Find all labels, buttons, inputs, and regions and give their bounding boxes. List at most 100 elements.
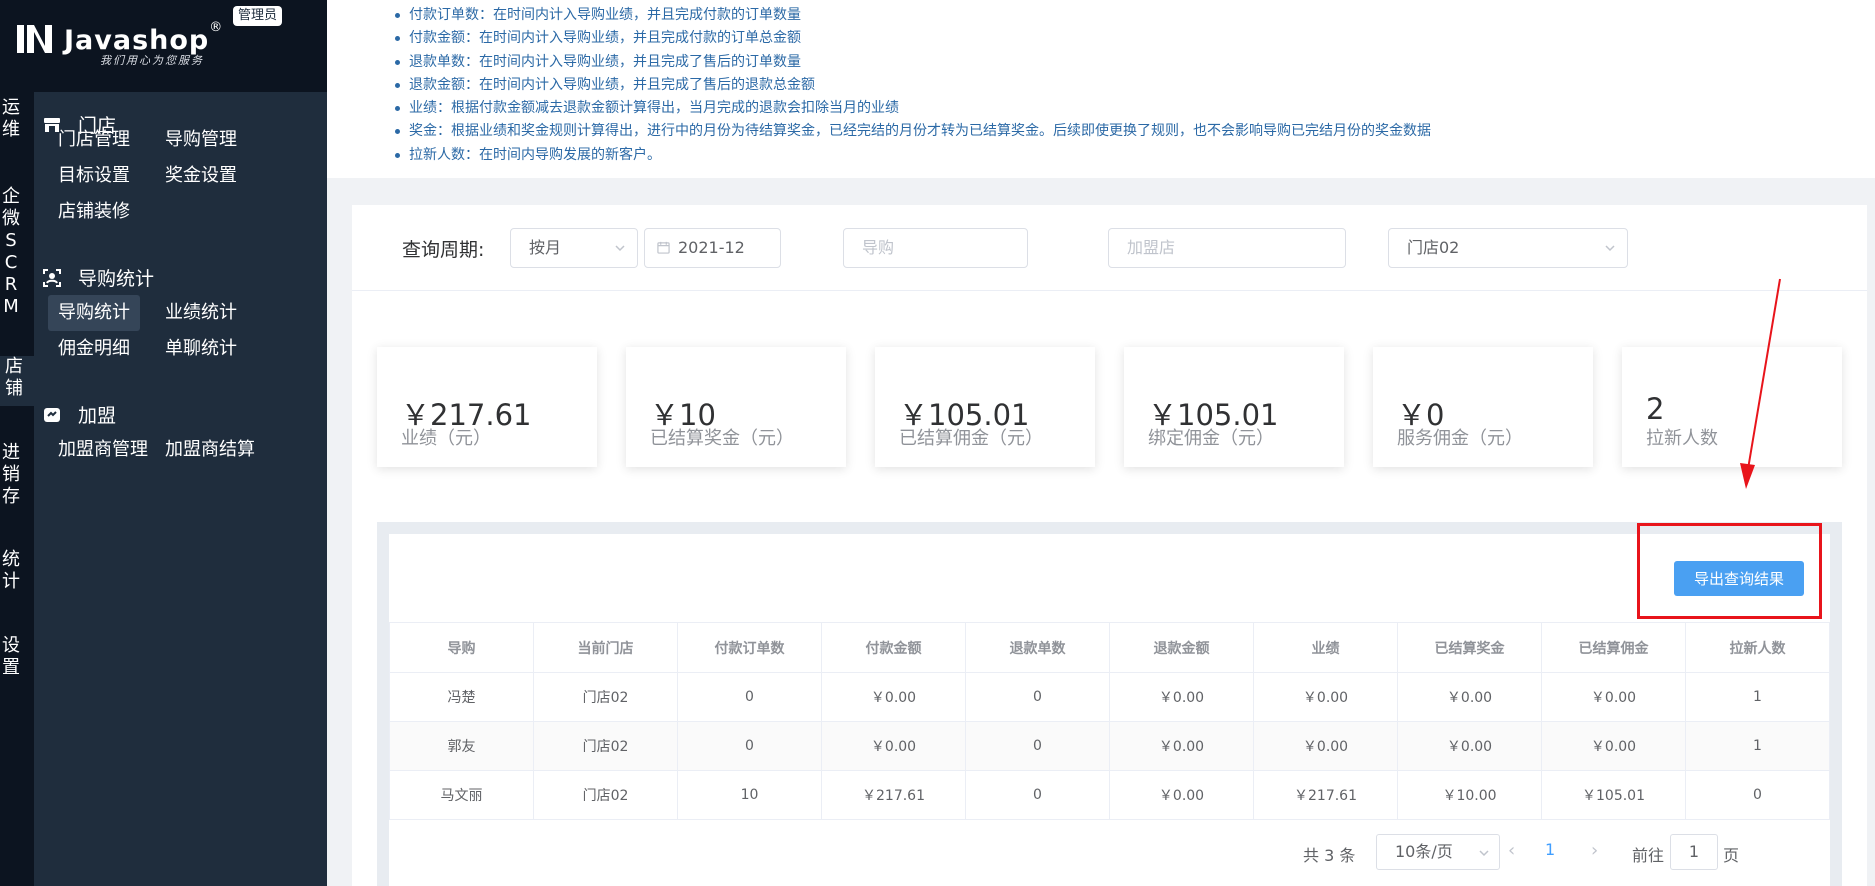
note-item: 退款单数：在时间内计入导购业绩，并且完成了售后的订单数量 [395, 51, 1431, 74]
table-cell: ￥0.00 [1541, 672, 1686, 722]
logo-area: Javashop® 我们用心为您服务 管理员 [0, 0, 327, 92]
column-header[interactable]: 导购 [389, 622, 534, 673]
note-item: 付款订单数：在时间内计入导购业绩，并且完成付款的订单数量 [395, 4, 1431, 27]
column-header[interactable]: 付款订单数 [677, 622, 822, 673]
table-cell: 0 [965, 721, 1110, 771]
stat-card-settled-commission: ￥105.01 已结算佣金（元） [875, 347, 1095, 467]
table-header-row: 导购 当前门店 付款订单数 付款金额 退款单数 退款金额 业绩 已结算奖金 已结… [389, 622, 1830, 673]
guide-stats-icon [42, 268, 62, 288]
stat-label: 绑定佣金（元） [1148, 428, 1274, 449]
column-header[interactable]: 退款单数 [965, 622, 1110, 673]
highlight-box [1637, 523, 1822, 619]
column-header[interactable]: 付款金额 [821, 622, 966, 673]
table-cell: 马文丽 [389, 770, 534, 820]
period-select[interactable]: 按月 [510, 228, 638, 268]
pagination: 共 3 条 10条/页 ‹ 1 › 前往 1 页 [389, 830, 1830, 874]
section-guide-stats: 导购统计 [42, 264, 154, 291]
sidebar: 门店 门店管理 导购管理 目标设置 奖金设置 店铺装修 导购统计 导购统计 业绩… [34, 92, 327, 886]
note-item: 业绩：根据付款金额减去退款金额计算得出，当月完成的退款会扣除当月的业绩 [395, 97, 1431, 120]
table-cell: ￥10.00 [1397, 770, 1542, 820]
calendar-icon [657, 241, 670, 254]
table-cell: 门店02 [533, 672, 678, 722]
stat-card-settled-bonus: ￥10 已结算奖金（元） [626, 347, 846, 467]
table-cell: 0 [965, 672, 1110, 722]
nav-target-settings[interactable]: 目标设置 [48, 158, 140, 194]
category-settings[interactable]: 设置 [0, 635, 22, 679]
nav-store-management[interactable]: 门店管理 [48, 122, 140, 158]
table-cell: ￥0.00 [1397, 672, 1542, 722]
annotation-arrow-icon [1740, 278, 1781, 489]
table-cell: 门店02 [533, 770, 678, 820]
table-container: 导出查询结果 导购 当前门店 付款订单数 付款金额 退款单数 退款金额 业绩 已… [389, 534, 1830, 886]
notes-panel: 付款订单数：在时间内计入导购业绩，并且完成付款的订单数量 付款金额：在时间内计入… [327, 0, 1875, 178]
stat-label: 业绩（元） [401, 428, 491, 449]
category-ops[interactable]: 运维 [0, 97, 22, 141]
store-select[interactable]: 门店02 [1388, 228, 1628, 268]
nav-bonus-settings[interactable]: 奖金设置 [155, 158, 247, 194]
chevron-down-icon [1605, 245, 1615, 252]
column-header[interactable]: 业绩 [1253, 622, 1398, 673]
nav-franchise-management[interactable]: 加盟商管理 [48, 432, 158, 468]
prev-page-icon[interactable]: ‹ [1508, 840, 1515, 861]
goto-page-input[interactable]: 1 [1670, 834, 1718, 870]
stat-card-performance: ￥217.61 业绩（元） [377, 347, 597, 467]
franchise-input[interactable]: 加盟店 [1108, 228, 1346, 268]
nav-performance-stats[interactable]: 业绩统计 [155, 295, 247, 331]
page-number[interactable]: 1 [1545, 840, 1555, 859]
table-row[interactable]: 郭友 门店02 0 ￥0.00 0 ￥0.00 ￥0.00 ￥0.00 ￥0.0… [389, 721, 1830, 771]
stat-card-service-commission: ￥0 服务佣金（元） [1373, 347, 1593, 467]
table-cell: ￥0.00 [1541, 721, 1686, 771]
column-header[interactable]: 拉新人数 [1685, 622, 1830, 673]
table-cell: 1 [1685, 672, 1830, 722]
table-section: 导出查询结果 导购 当前门店 付款订单数 付款金额 退款单数 退款金额 业绩 已… [377, 522, 1842, 886]
table-cell: ￥0.00 [1109, 770, 1254, 820]
table-cell: ￥0.00 [1109, 721, 1254, 771]
category-inventory[interactable]: 进销存 [0, 442, 22, 508]
nav-shop-decoration[interactable]: 店铺装修 [48, 194, 140, 230]
guide-stats-table: 导购 当前门店 付款订单数 付款金额 退款单数 退款金额 业绩 已结算奖金 已结… [389, 622, 1830, 820]
column-header[interactable]: 退款金额 [1109, 622, 1254, 673]
goto-label: 前往 [1632, 846, 1665, 865]
note-item: 奖金：根据业绩和奖金规则计算得出，进行中的月份为待结算奖金，已经完结的月份才转为… [395, 120, 1431, 143]
table-cell: ￥0.00 [1397, 721, 1542, 771]
stat-label: 已结算奖金（元） [650, 428, 794, 449]
table-cell: 冯楚 [389, 672, 534, 722]
note-item: 拉新人数：在时间内导购发展的新客户。 [395, 144, 1431, 167]
table-cell: 10 [677, 770, 822, 820]
category-scrm[interactable]: 企微SCRM [0, 186, 22, 318]
guide-input[interactable]: 导购 [843, 228, 1028, 268]
table-cell: ￥105.01 [1541, 770, 1686, 820]
nav-franchise-settlement[interactable]: 加盟商结算 [155, 432, 265, 468]
nav-chat-stats[interactable]: 单聊统计 [155, 331, 247, 367]
brand-name: Javashop® [64, 20, 224, 56]
page-size-select[interactable]: 10条/页 [1376, 834, 1500, 870]
date-picker[interactable]: 2021-12 [644, 228, 781, 268]
nav-guide-stats[interactable]: 导购统计 [48, 295, 140, 331]
query-period-label: 查询周期: [402, 239, 485, 261]
main-content: 付款订单数：在时间内计入导购业绩，并且完成付款的订单数量 付款金额：在时间内计入… [327, 0, 1875, 886]
next-page-icon[interactable]: › [1591, 840, 1598, 861]
chevron-down-icon [1479, 850, 1489, 857]
chevron-down-icon [615, 245, 625, 252]
nav-commission-details[interactable]: 佣金明细 [48, 331, 140, 367]
note-item: 退款金额：在时间内计入导购业绩，并且完成了售后的退款总金额 [395, 74, 1431, 97]
category-stats[interactable]: 统计 [0, 549, 22, 593]
table-cell: 0 [965, 770, 1110, 820]
stat-label: 已结算佣金（元） [899, 428, 1043, 449]
table-cell: ￥0.00 [821, 721, 966, 771]
column-header[interactable]: 已结算佣金 [1541, 622, 1686, 673]
table-row[interactable]: 马文丽 门店02 10 ￥217.61 0 ￥0.00 ￥217.61 ￥10.… [389, 770, 1830, 820]
column-header[interactable]: 当前门店 [533, 622, 678, 673]
nav-guide-management[interactable]: 导购管理 [155, 122, 247, 158]
section-franchise: 加盟 [42, 401, 116, 428]
category-shop[interactable]: 店铺 [0, 356, 34, 406]
column-header[interactable]: 已结算奖金 [1397, 622, 1542, 673]
franchise-icon [42, 405, 62, 425]
stat-value: 2 [1646, 392, 1665, 426]
page-unit-label: 页 [1723, 846, 1740, 865]
stat-card-bound-commission: ￥105.01 绑定佣金（元） [1124, 347, 1344, 467]
stat-label: 服务佣金（元） [1397, 428, 1523, 449]
table-row[interactable]: 冯楚 门店02 0 ￥0.00 0 ￥0.00 ￥0.00 ￥0.00 ￥0.0… [389, 672, 1830, 722]
note-item: 付款金额：在时间内计入导购业绩，并且完成付款的订单总金额 [395, 27, 1431, 50]
admin-badge: 管理员 [233, 6, 283, 26]
